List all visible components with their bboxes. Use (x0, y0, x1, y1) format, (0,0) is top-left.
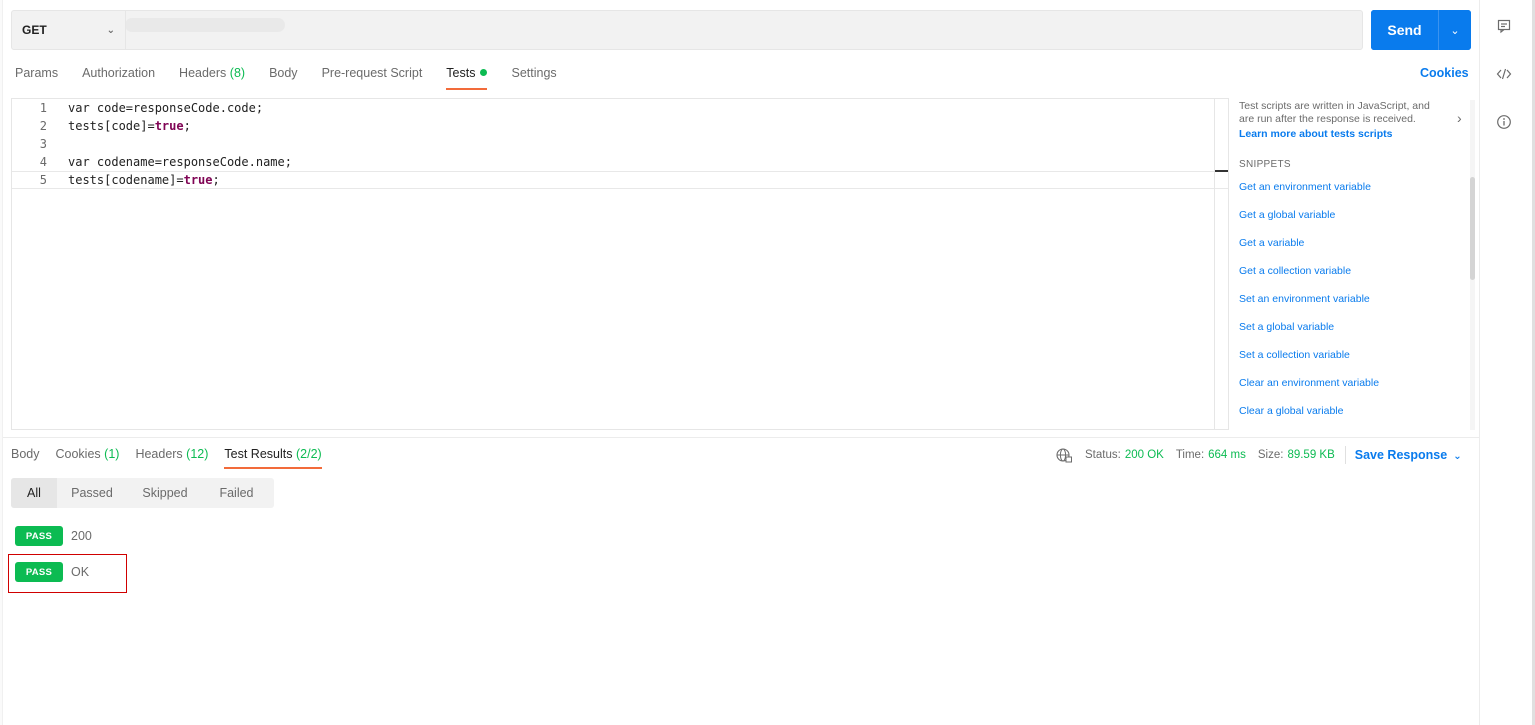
request-response-divider[interactable] (3, 437, 1479, 438)
tests-indicator-dot (480, 69, 488, 76)
snippet-item[interactable]: Get a global variable (1239, 201, 1469, 229)
response-status-bar: Status: 200 OK Time: 664 ms Size: 89.59 KB … (1056, 446, 1462, 464)
code-line: 4 var codename=responseCode.name; (12, 153, 1228, 171)
response-tabs: Body Cookies (1) Headers (12) Test Resul… (11, 439, 338, 469)
highlight-annotation-box (8, 554, 127, 593)
chevron-down-icon: ⌄ (1453, 451, 1462, 462)
method-label: GET (22, 23, 47, 37)
line-number: 2 (39, 119, 47, 133)
chevron-down-icon: ⌄ (106, 24, 115, 36)
learn-more-link[interactable]: Learn more about tests scripts (1239, 128, 1469, 140)
tab-params[interactable]: Params (15, 58, 58, 90)
status-label: Status: (1085, 449, 1121, 461)
send-button-group: Send ⌄ (1371, 10, 1471, 50)
line-number: 3 (39, 137, 47, 151)
filter-all[interactable]: All (11, 478, 57, 508)
code-line: 2 tests[code]=true; (12, 117, 1228, 135)
method-select[interactable]: GET ⌄ (12, 11, 126, 49)
right-toolbar (1479, 0, 1535, 725)
code-line-current: 5 tests[codename]=true; (12, 171, 1228, 189)
test-results-filter: All Passed Skipped Failed (11, 478, 274, 508)
globe-icon[interactable] (1056, 447, 1072, 463)
pass-badge: PASS (15, 526, 63, 546)
status-separator (1344, 446, 1346, 464)
send-options-chevron-icon[interactable]: ⌄ (1438, 10, 1471, 50)
line-number: 5 (39, 173, 47, 187)
line-number: 1 (39, 101, 47, 115)
tab-settings[interactable]: Settings (511, 58, 556, 90)
snippet-item[interactable]: Clear an environment variable (1239, 369, 1469, 397)
snippet-item[interactable]: Get a variable (1239, 229, 1469, 257)
snippets-panel: Test scripts are written in JavaScript, … (1239, 100, 1469, 430)
tab-body[interactable]: Body (269, 58, 298, 90)
code-icon[interactable] (1495, 65, 1513, 83)
tests-code-editor[interactable]: 1 var code=responseCode.code; 2 tests[co… (11, 98, 1229, 430)
snippets-scrollbar[interactable] (1470, 177, 1475, 280)
headers-count: (8) (229, 66, 246, 80)
time-label: Time: (1175, 449, 1205, 461)
filter-passed[interactable]: Passed (57, 478, 127, 508)
code-line: 3 (12, 135, 1228, 153)
test-name: 200 (71, 529, 92, 543)
snippets-heading: SNIPPETS (1239, 159, 1291, 170)
tab-test-results[interactable]: Test Results (2/2) (224, 439, 322, 469)
snippet-item[interactable]: Set a collection variable (1239, 341, 1469, 369)
code-text: var code=responseCode.code; (68, 101, 264, 115)
snippet-item[interactable]: Get a collection variable (1239, 257, 1469, 285)
snippets-description: Test scripts are written in JavaScript, … (1239, 100, 1430, 125)
snippet-item[interactable]: Set an environment variable (1239, 285, 1469, 313)
filter-skipped[interactable]: Skipped (127, 478, 203, 508)
editor-cursor-marker (1215, 170, 1228, 172)
tab-tests[interactable]: Tests (446, 58, 488, 90)
editor-separator (1214, 99, 1215, 429)
send-button[interactable]: Send (1371, 10, 1438, 50)
tab-response-cookies[interactable]: Cookies (1) (56, 439, 120, 469)
url-input[interactable] (126, 11, 1362, 49)
test-result-row: PASS 200 (15, 526, 92, 546)
code-text: tests[code]=true; (68, 119, 191, 133)
request-tabs: Params Authorization Headers (8) Body Pr… (15, 58, 581, 92)
tab-headers[interactable]: Headers (8) (179, 58, 245, 90)
code-text: var codename=responseCode.name; (68, 155, 292, 169)
time-value: 664 ms (1208, 449, 1246, 461)
tab-pre-request-script[interactable]: Pre-request Script (322, 58, 423, 90)
info-icon[interactable] (1495, 113, 1513, 131)
left-edge (0, 0, 3, 725)
size-label: Size: (1257, 449, 1284, 461)
filter-failed[interactable]: Failed (203, 478, 270, 508)
status-value: 200 OK (1124, 449, 1164, 461)
blurred-url (125, 18, 285, 32)
comment-icon[interactable] (1495, 17, 1513, 35)
code-text: tests[codename]=true; (68, 173, 220, 187)
tab-authorization[interactable]: Authorization (82, 58, 155, 90)
size-value: 89.59 KB (1287, 449, 1335, 461)
save-response-button[interactable]: Save Response ⌄ (1355, 448, 1462, 462)
cookies-link[interactable]: Cookies (1420, 66, 1469, 80)
snippet-item[interactable]: Set a global variable (1239, 313, 1469, 341)
tab-response-headers[interactable]: Headers (12) (135, 439, 208, 469)
tab-response-body[interactable]: Body (11, 439, 40, 469)
code-line: 1 var code=responseCode.code; (12, 99, 1228, 117)
line-number: 4 (39, 155, 47, 169)
snippet-item[interactable]: Get an environment variable (1239, 173, 1469, 201)
postman-request-view: GET ⌄ Send ⌄ Params Authorization Header… (0, 0, 1535, 725)
snippet-item[interactable]: Clear a global variable (1239, 397, 1469, 425)
